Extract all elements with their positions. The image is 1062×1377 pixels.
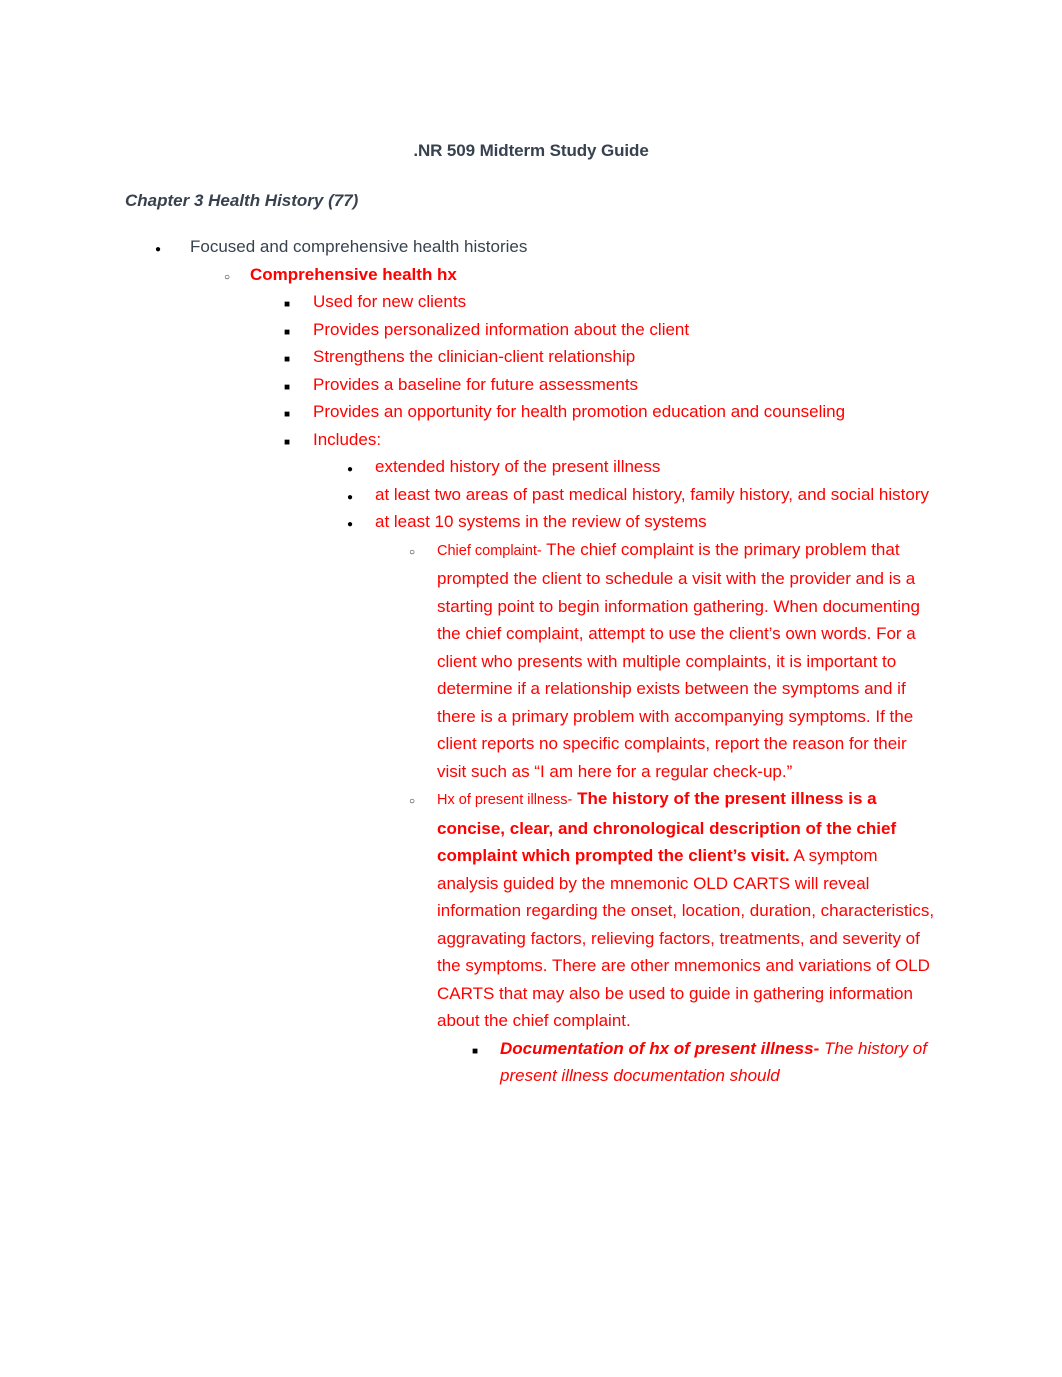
bullet-circle-icon xyxy=(224,261,230,292)
list-item-level4: at least 10 systems in the review of sys… xyxy=(0,508,1062,536)
list-item-label: Provides personalized information about … xyxy=(313,319,690,339)
list-item-label: extended history of the present illness xyxy=(375,457,661,476)
bullet-square-icon xyxy=(284,371,290,402)
bullet-disc-icon xyxy=(155,233,161,264)
hx-present-illness-paragraph: Hx of present illness- The history of th… xyxy=(437,785,940,1035)
chief-complaint-body: The chief complaint is the primary probl… xyxy=(437,539,920,781)
list-item-level3: Used for new clients xyxy=(0,288,1062,316)
hx-present-illness-label: Hx of present illness- xyxy=(437,792,573,808)
bullet-circle-icon xyxy=(409,785,415,816)
list-item-level2: Comprehensive health hx xyxy=(0,261,1062,289)
hx-present-illness-body: A symptom analysis guided by the mnemoni… xyxy=(437,846,935,1030)
page-title: .NR 509 Midterm Study Guide xyxy=(413,141,649,160)
bullet-square-icon xyxy=(284,343,290,374)
list-item-hx-present-illness: Hx of present illness- The history of th… xyxy=(0,785,1062,1035)
chief-complaint-label: Chief complaint- xyxy=(437,542,542,559)
list-item-label: Strengthens the clinician-client relatio… xyxy=(313,347,636,366)
documentation-hx-paragraph: Documentation of hx of present illness- … xyxy=(500,1035,940,1090)
bullet-disc-icon xyxy=(347,508,353,539)
list-item-label: Provides a baseline for future assessmen… xyxy=(313,374,639,394)
bullet-disc-icon xyxy=(347,453,353,484)
list-item-level1: Focused and comprehensive health histori… xyxy=(0,233,1062,261)
list-item-level4: extended history of the present illness xyxy=(0,453,1062,481)
list-item-documentation-hx: Documentation of hx of present illness- … xyxy=(0,1035,1062,1090)
list-item-label: Provides an opportunity for health promo… xyxy=(313,402,846,421)
list-item-level3: Strengthens the clinician-client relatio… xyxy=(0,343,1062,371)
list-item-level4: at least two areas of past medical histo… xyxy=(0,481,1062,509)
bullet-square-icon xyxy=(284,288,290,319)
bullet-square-icon xyxy=(472,1035,478,1066)
bullet-square-icon xyxy=(284,398,290,429)
list-item-level3: Provides personalized information about … xyxy=(0,316,1062,344)
list-item-label: at least two areas of past medical histo… xyxy=(375,484,929,504)
chapter-heading: Chapter 3 Health History (77) xyxy=(125,191,359,210)
document-content: .NR 509 Midterm Study Guide Chapter 3 He… xyxy=(0,0,1062,1090)
bullet-square-icon xyxy=(284,426,290,457)
list-item-level3: Includes: xyxy=(0,426,1062,454)
list-item-label: Includes: xyxy=(313,429,382,449)
list-item-label: Used for new clients xyxy=(313,292,467,311)
list-item-chief-complaint: Chief complaint- The chief complaint is … xyxy=(0,536,1062,786)
chief-complaint-paragraph: Chief complaint- The chief complaint is … xyxy=(437,536,940,786)
list-item-level3: Provides an opportunity for health promo… xyxy=(0,398,1062,426)
bullet-disc-icon xyxy=(347,481,353,512)
documentation-hx-label: Documentation of hx of present illness- xyxy=(500,1038,820,1058)
bullet-square-icon xyxy=(284,316,290,347)
list-item-label: Focused and comprehensive health histori… xyxy=(190,237,528,256)
list-item-label: Comprehensive health hx xyxy=(250,264,457,284)
list-item-level3: Provides a baseline for future assessmen… xyxy=(0,371,1062,399)
bullet-circle-icon xyxy=(409,536,415,567)
list-item-label: at least 10 systems in the review of sys… xyxy=(375,512,707,531)
document-page: .NR 509 Midterm Study Guide Chapter 3 He… xyxy=(0,0,1062,1377)
